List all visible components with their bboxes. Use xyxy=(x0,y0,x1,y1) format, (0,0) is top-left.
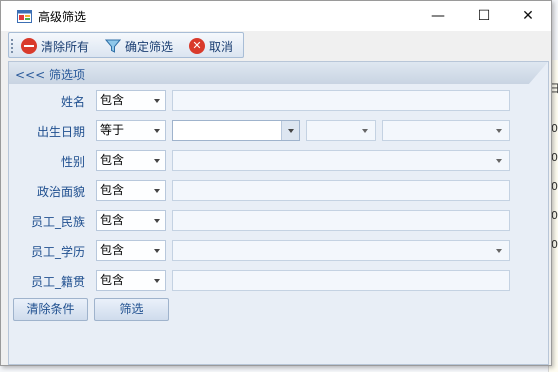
filter-button[interactable]: 筛选 xyxy=(94,298,169,321)
filter-row-native-place: 员工_籍贯 包含 xyxy=(9,270,548,292)
ethnicity-input[interactable] xyxy=(172,210,510,231)
chevron-down-icon xyxy=(154,249,160,253)
background-cell: 0 xyxy=(551,180,558,193)
birthdate-end-select[interactable] xyxy=(382,120,510,141)
background-cell: 0 xyxy=(551,238,558,251)
operator-value: 包含 xyxy=(100,183,125,197)
cancel-label: 取消 xyxy=(209,39,234,54)
chevron-down-icon xyxy=(496,159,502,163)
political-status-input[interactable] xyxy=(172,180,510,201)
chevron-down-icon xyxy=(496,129,502,133)
window-title: 高级筛选 xyxy=(38,10,87,24)
date-dropdown-button[interactable] xyxy=(281,121,299,140)
field-label: 姓名 xyxy=(60,95,85,109)
field-label: 员工_籍贯 xyxy=(30,275,85,289)
gender-value-select[interactable] xyxy=(172,150,510,171)
operator-value: 包含 xyxy=(100,93,125,107)
operator-select[interactable]: 包含 xyxy=(96,180,166,201)
operator-value: 包含 xyxy=(100,213,125,227)
filter-row-education: 员工_学历 包含 xyxy=(9,240,548,262)
stop-icon xyxy=(21,38,37,54)
operator-select[interactable]: 包含 xyxy=(96,270,166,291)
app-icon xyxy=(17,9,32,24)
field-label: 政治面貌 xyxy=(36,185,85,199)
field-label: 员工_民族 xyxy=(30,215,85,229)
native-place-input[interactable] xyxy=(172,270,510,291)
filter-group-title: <<< 筛选项 xyxy=(15,68,85,82)
chevron-down-icon xyxy=(154,159,160,163)
chevron-down-icon xyxy=(154,189,160,193)
filter-row-ethnicity: 员工_民族 包含 xyxy=(9,210,548,232)
education-value-select[interactable] xyxy=(172,240,510,261)
maximize-button[interactable]: ☐ xyxy=(461,1,507,31)
chevron-down-icon xyxy=(154,219,160,223)
operator-value: 等于 xyxy=(100,123,125,137)
close-circle-icon: ✕ xyxy=(189,38,205,54)
operator-select[interactable]: 等于 xyxy=(96,120,166,141)
operator-select[interactable]: 包含 xyxy=(96,150,166,171)
background-cell: 0 xyxy=(551,209,558,222)
minimize-button[interactable]: — xyxy=(415,1,461,31)
operator-value: 包含 xyxy=(100,243,125,257)
operator-value: 包含 xyxy=(100,153,125,167)
field-label: 员工_学历 xyxy=(30,245,85,259)
clear-all-button[interactable]: 清除所有 xyxy=(21,36,89,56)
chevron-down-icon xyxy=(154,129,160,133)
clear-conditions-button[interactable]: 清除条件 xyxy=(13,298,88,321)
background-cell: 0 xyxy=(551,122,558,135)
operator-select[interactable]: 包含 xyxy=(96,90,166,111)
clear-all-label: 清除所有 xyxy=(41,39,90,54)
operator-value: 包含 xyxy=(100,273,125,287)
funnel-icon xyxy=(105,38,121,54)
confirm-filter-button[interactable]: 确定筛选 xyxy=(105,36,173,56)
field-label: 出生日期 xyxy=(36,125,85,139)
chevron-down-icon xyxy=(496,249,502,253)
name-value-input[interactable] xyxy=(172,90,510,111)
chevron-down-icon xyxy=(154,99,160,103)
filter-row-name: 姓名 包含 xyxy=(9,90,548,112)
field-label: 性别 xyxy=(60,155,85,169)
toolbar: 清除所有 确定筛选 ✕ 取消 xyxy=(8,32,244,58)
toolbar-grip-icon[interactable] xyxy=(11,39,14,53)
close-button[interactable]: ✕ xyxy=(505,1,551,31)
advanced-filter-dialog: 高级筛选 — ☐ ✕ 清除所有 确定筛选 ✕ 取消 <<< 筛选项 姓名 包含 … xyxy=(0,0,552,366)
filter-panel: <<< 筛选项 姓名 包含 出生日期 等于 性别 包含 政治面貌 包含 员工_民… xyxy=(8,61,549,365)
title-bar[interactable]: 高级筛选 — ☐ ✕ xyxy=(1,1,551,31)
operator-select[interactable]: 包含 xyxy=(96,210,166,231)
chevron-down-icon xyxy=(362,129,368,133)
filter-row-birthdate: 出生日期 等于 xyxy=(9,120,548,142)
confirm-filter-label: 确定筛选 xyxy=(125,39,174,54)
birthdate-picker[interactable] xyxy=(172,120,300,141)
filter-row-gender: 性别 包含 xyxy=(9,150,548,172)
group-header-background xyxy=(9,62,548,84)
background-cell: 0 xyxy=(551,151,558,164)
filter-row-political-status: 政治面貌 包含 xyxy=(9,180,548,202)
filter-group-header[interactable]: <<< 筛选项 xyxy=(9,62,548,84)
chevron-down-icon xyxy=(154,279,160,283)
cancel-button[interactable]: ✕ 取消 xyxy=(189,36,233,56)
operator-select[interactable]: 包含 xyxy=(96,240,166,261)
birthdate-secondary-select[interactable] xyxy=(306,120,376,141)
